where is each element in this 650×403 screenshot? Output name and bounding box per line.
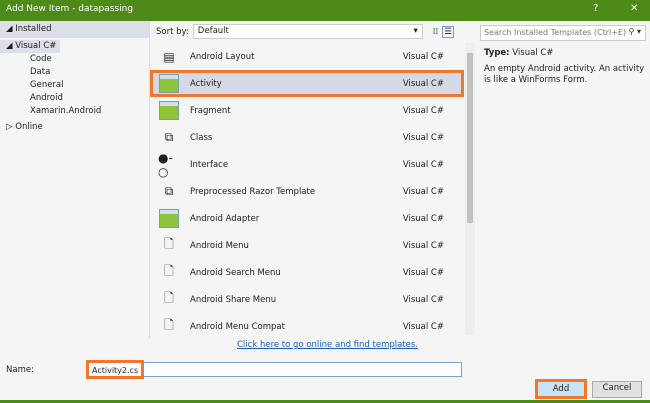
- tree-item[interactable]: General: [0, 79, 149, 92]
- template-item[interactable]: 🗋 Android Search Menu Visual C#: [150, 259, 464, 286]
- template-item[interactable]: Fragment Visual C#: [150, 97, 464, 124]
- razor-icon: ⧉: [164, 184, 174, 198]
- template-item[interactable]: ⧉ Preprocessed Razor Template Visual C#: [150, 178, 464, 205]
- type-value: Visual C#: [512, 48, 554, 58]
- tree-item-label: General: [30, 80, 64, 90]
- android-icon: [158, 101, 180, 121]
- template-name: Android Menu: [190, 240, 249, 251]
- tree-item[interactable]: ◢ Visual C#: [0, 40, 60, 53]
- android-icon: [158, 209, 180, 229]
- close-button[interactable]: ✕: [630, 3, 638, 14]
- list-view-icon[interactable]: ☰: [442, 25, 454, 38]
- help-button[interactable]: ?: [593, 3, 598, 14]
- template-language: Visual C#: [402, 186, 444, 197]
- grid-view-icon[interactable]: ⁞⁞: [433, 27, 438, 37]
- search-input[interactable]: Search Installed Templates (Ctrl+E) ⚲ ▾: [480, 25, 646, 41]
- tree-item-label: Xamarin.Android: [30, 106, 102, 116]
- tree-item-label: Android: [30, 93, 63, 103]
- chevron-down-icon: ▾: [413, 26, 418, 36]
- template-item[interactable]: ⧉ Class Visual C#: [150, 124, 464, 151]
- tree-item[interactable]: Code: [0, 53, 149, 66]
- tree-item[interactable]: Android: [0, 92, 149, 105]
- file-icon: 🗋: [164, 237, 174, 251]
- installed-label: Installed: [15, 24, 52, 34]
- template-name: Android Search Menu: [190, 267, 281, 278]
- template-language: Visual C#: [402, 159, 444, 170]
- template-language: Visual C#: [402, 267, 444, 278]
- tree-installed[interactable]: ◢ Installed: [0, 21, 149, 38]
- name-label: Name:: [6, 365, 34, 375]
- template-item[interactable]: 🗋 Android Menu Visual C#: [150, 232, 464, 259]
- details-panel: Search Installed Templates (Ctrl+E) ⚲ ▾ T…: [476, 21, 650, 338]
- template-name: Activity: [190, 78, 222, 89]
- add-button[interactable]: Add: [535, 379, 587, 399]
- template-item[interactable]: Android Adapter Visual C#: [150, 205, 464, 232]
- sort-value: Default: [197, 26, 229, 36]
- template-name: Android Adapter: [190, 213, 260, 224]
- title-bar: Add New Item - datapassing ? ✕: [0, 0, 650, 21]
- template-language: Visual C#: [402, 321, 444, 332]
- tree-item-label: Data: [30, 67, 51, 77]
- name-value[interactable]: Activity2.cs: [86, 360, 145, 379]
- template-name: Preprocessed Razor Template: [190, 186, 316, 197]
- sort-label: Sort by:: [156, 26, 189, 37]
- tree-item-online[interactable]: ▷ Online: [0, 121, 149, 134]
- template-language: Visual C#: [402, 132, 444, 143]
- template-language: Visual C#: [402, 213, 444, 224]
- tree-item[interactable]: Xamarin.Android: [0, 105, 149, 118]
- android-icon: [158, 74, 180, 94]
- sort-select[interactable]: Default ▾: [192, 24, 423, 39]
- file-icon: 🗋: [164, 264, 174, 278]
- template-name: Class: [190, 132, 213, 143]
- template-item[interactable]: 🗋 Android Menu Compat Visual C#: [150, 313, 464, 340]
- template-name: Android Share Menu: [190, 294, 277, 305]
- template-item[interactable]: 🗋 Android Share Menu Visual C#: [150, 286, 464, 313]
- online-templates-link[interactable]: Click here to go online and find templat…: [237, 340, 418, 350]
- interface-icon: ●-○: [158, 150, 173, 179]
- template-name: Fragment: [190, 105, 231, 116]
- template-language: Visual C#: [402, 51, 444, 62]
- scrollbar-thumb[interactable]: [467, 53, 473, 223]
- template-language: Visual C#: [402, 294, 444, 305]
- template-language: Visual C#: [402, 240, 444, 251]
- tree-item-label: Code: [30, 54, 52, 64]
- tree-item[interactable]: Data: [0, 66, 149, 79]
- template-item[interactable]: ▤ Android Layout Visual C#: [150, 43, 464, 70]
- online-label: Online: [15, 122, 43, 132]
- template-name: Android Layout: [190, 51, 255, 62]
- template-language: Visual C#: [402, 105, 444, 116]
- cancel-button[interactable]: Cancel: [592, 381, 642, 398]
- layout-icon: ▤: [163, 49, 175, 64]
- template-item[interactable]: ●-○ Interface Visual C#: [150, 150, 464, 179]
- template-description: An empty Android activity. An activity i…: [484, 64, 645, 85]
- template-item[interactable]: Activity Visual C#: [150, 70, 464, 97]
- template-name: Interface: [190, 159, 229, 170]
- type-label: Type:: [484, 48, 510, 58]
- class-icon: ⧉: [164, 130, 174, 144]
- file-icon: 🗋: [164, 291, 174, 305]
- scrollbar[interactable]: [465, 43, 475, 335]
- category-tree: ◢ Installed ◢ Visual C# Code Data General An…: [0, 21, 150, 338]
- file-icon: 🗋: [164, 318, 174, 332]
- tree-item-label: Visual C#: [15, 41, 57, 51]
- search-icon[interactable]: ⚲ ▾: [629, 27, 641, 36]
- search-placeholder: Search Installed Templates (Ctrl+E): [484, 28, 627, 37]
- window-title: Add New Item - datapassing: [6, 4, 134, 14]
- template-language: Visual C#: [402, 78, 444, 89]
- template-name: Android Menu Compat: [190, 321, 285, 332]
- template-list-panel: Sort by: Default ▾ ⁞⁞ ☰ ▤ Android Layout Vi…: [150, 21, 475, 338]
